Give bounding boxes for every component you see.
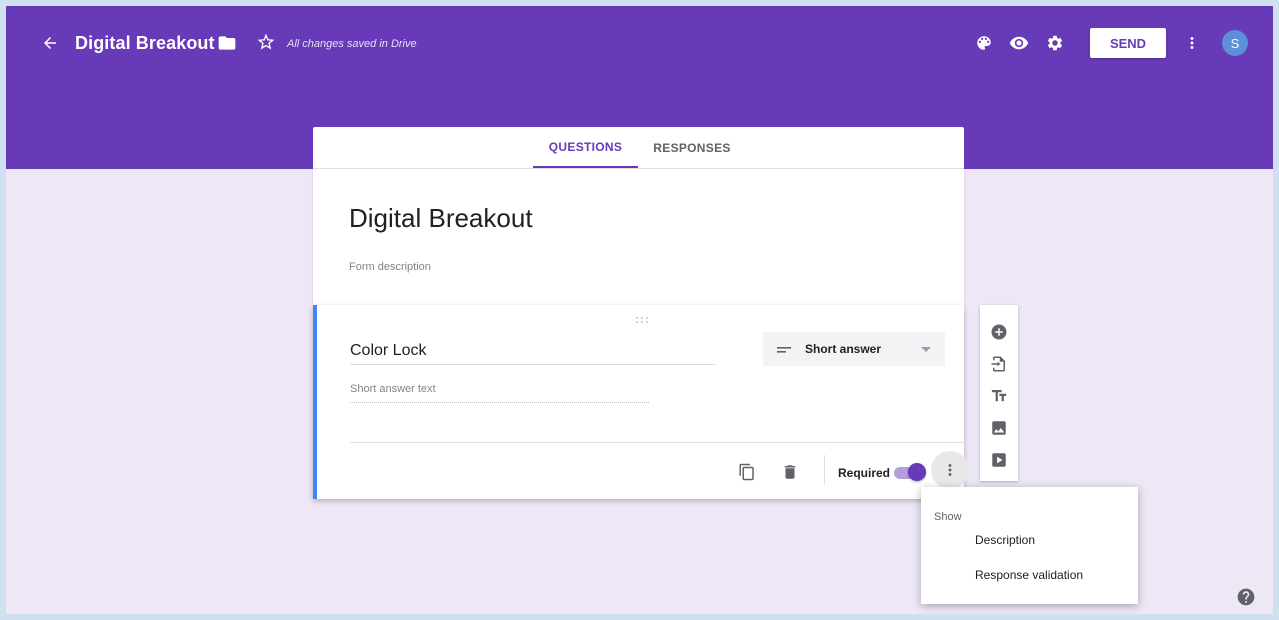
footer-divider — [824, 455, 825, 485]
back-arrow-icon[interactable] — [36, 29, 64, 57]
tab-bar: QUESTIONS RESPONSES — [313, 127, 964, 169]
save-status: All changes saved in Drive — [287, 38, 417, 50]
drag-handle-icon[interactable] — [635, 311, 649, 329]
palette-icon[interactable] — [970, 29, 998, 57]
add-video-icon[interactable] — [985, 446, 1013, 474]
required-toggle[interactable] — [892, 463, 928, 481]
toggle-knob — [908, 463, 926, 481]
add-question-icon[interactable] — [985, 318, 1013, 346]
question-card[interactable]: Color Lock Short answer Short answer tex… — [313, 305, 969, 499]
add-image-icon[interactable] — [985, 414, 1013, 442]
menu-item-response-validation[interactable]: Response validation — [975, 568, 1083, 582]
question-type-label: Short answer — [805, 342, 882, 356]
card-divider — [350, 442, 964, 443]
star-icon[interactable] — [252, 28, 280, 56]
answer-placeholder: Short answer text — [350, 383, 649, 403]
folder-icon[interactable] — [213, 29, 241, 57]
account-avatar[interactable]: S — [1222, 30, 1248, 56]
menu-item-description[interactable]: Description — [975, 533, 1035, 547]
form-description-input[interactable]: Form description — [349, 261, 431, 273]
chevron-down-icon — [921, 347, 931, 352]
import-questions-icon[interactable] — [985, 350, 1013, 378]
form-header-card: Digital Breakout Form description — [313, 169, 964, 305]
menu-header: Show — [934, 511, 962, 523]
duplicate-icon[interactable] — [738, 463, 756, 481]
more-vert-icon[interactable] — [1178, 29, 1206, 57]
form-name[interactable]: Digital Breakout — [75, 33, 215, 54]
question-options-menu: Show Description Response validation — [921, 487, 1138, 604]
add-title-text-icon[interactable] — [985, 382, 1013, 410]
tab-responses[interactable]: RESPONSES — [647, 127, 737, 168]
send-button[interactable]: SEND — [1090, 28, 1166, 58]
settings-gear-icon[interactable] — [1041, 29, 1069, 57]
delete-trash-icon[interactable] — [781, 463, 799, 481]
help-icon[interactable] — [1236, 587, 1256, 607]
required-label: Required — [838, 466, 891, 480]
short-text-icon — [777, 343, 791, 361]
preview-eye-icon[interactable] — [1005, 29, 1033, 57]
tab-questions[interactable]: QUESTIONS — [533, 127, 638, 168]
app-frame: Digital Breakout All changes saved in Dr… — [6, 6, 1273, 614]
question-type-dropdown[interactable]: Short answer — [763, 332, 945, 366]
side-toolbar — [980, 305, 1018, 481]
form-title-input[interactable]: Digital Breakout — [349, 203, 533, 234]
question-title-input[interactable]: Color Lock — [350, 335, 716, 365]
more-vert-icon — [948, 464, 952, 476]
question-more-options-button[interactable] — [931, 451, 969, 489]
